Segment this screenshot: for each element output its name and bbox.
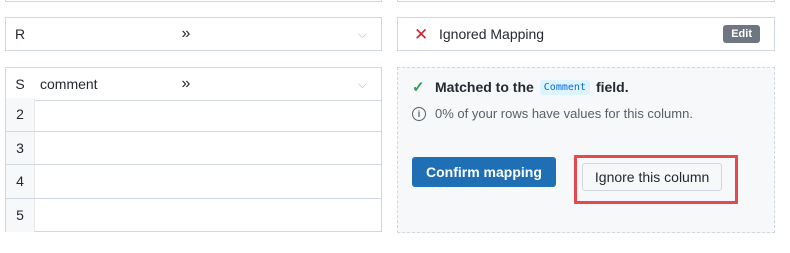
ignored-mapping-label: Ignored Mapping <box>439 26 545 42</box>
previous-row-fragment <box>5 0 382 2</box>
row-letter: S <box>15 76 25 92</box>
matched-suffix: field. <box>595 79 629 95</box>
edit-button[interactable]: Edit <box>723 25 760 43</box>
matched-message: ✓ Matched to the Comment field. <box>412 78 760 96</box>
chevron-down-icon: ⌵ <box>357 76 367 91</box>
field-select[interactable]: ⌵ <box>200 18 381 50</box>
chevrons-right-icon: » <box>181 75 191 92</box>
row-index: 5 <box>6 198 34 232</box>
cell-value <box>34 198 381 232</box>
table-row: 4 <box>6 165 381 199</box>
check-icon: ✓ <box>412 79 425 96</box>
field-select[interactable]: ⌵ <box>200 68 381 100</box>
cell-value <box>34 165 381 198</box>
info-message: i 0% of your rows have values for this c… <box>412 106 760 121</box>
field-code: Comment <box>539 79 590 95</box>
confirm-mapping-button[interactable]: Confirm mapping <box>412 156 556 187</box>
row-letter: R <box>14 26 26 42</box>
chevron-down-icon: ⌵ <box>357 26 367 41</box>
table-row: 2 <box>6 98 381 132</box>
column-name: comment <box>40 76 98 92</box>
row-index: 2 <box>6 98 34 131</box>
row-index: 3 <box>6 131 34 164</box>
matched-mapping-card: ✓ Matched to the Comment field. i 0% of … <box>397 67 775 233</box>
ignored-mapping-card: ✕ Ignored Mapping Edit <box>397 17 775 51</box>
row-index: 4 <box>6 165 34 198</box>
column-preview: 2 3 4 5 <box>5 98 382 232</box>
info-text: 0% of your rows have values for this col… <box>435 106 693 121</box>
cell-value <box>34 98 381 131</box>
mapping-row-r: R » ⌵ <box>5 17 382 51</box>
info-icon: i <box>412 106 426 121</box>
action-buttons: Confirm mapping Ignore this column <box>412 139 760 204</box>
mapping-row-s: S comment » ⌵ <box>5 67 382 101</box>
table-row: 3 <box>6 131 381 165</box>
matched-prefix: Matched to the <box>435 79 534 95</box>
x-icon: ✕ <box>414 24 429 44</box>
highlight-box: Ignore this column <box>573 155 739 204</box>
cell-value <box>34 131 381 164</box>
chevrons-right-icon: » <box>181 25 191 42</box>
ignore-column-button[interactable]: Ignore this column <box>581 163 723 191</box>
table-row: 5 <box>6 198 381 232</box>
previous-card-fragment <box>397 0 775 2</box>
